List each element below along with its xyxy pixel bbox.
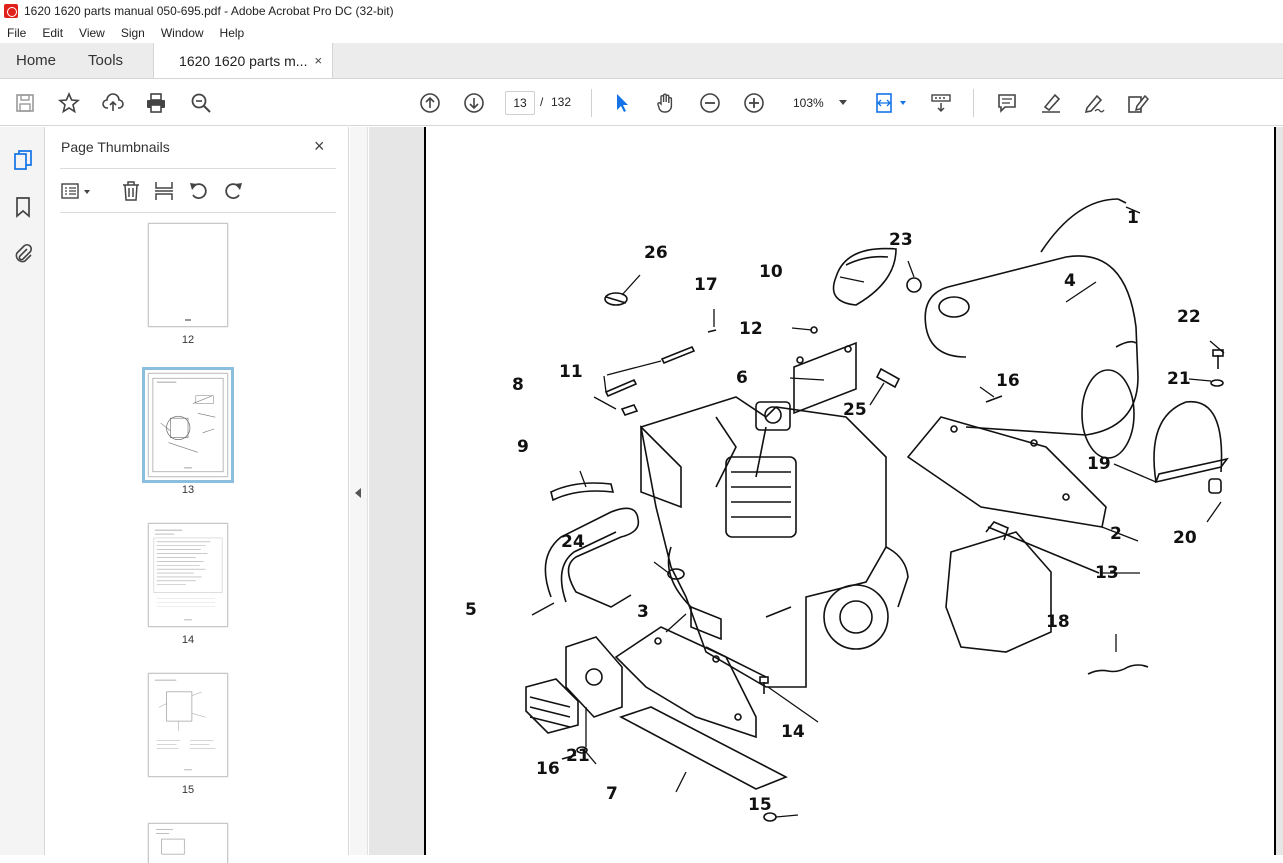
callout-25: 25 <box>843 400 867 420</box>
tab-document[interactable]: 1620 1620 parts m... × <box>153 43 334 78</box>
zoom-select[interactable]: 103% <box>785 91 853 115</box>
thumbnail-label: 12 <box>181 334 195 346</box>
callout-21b: 21 <box>566 746 590 766</box>
left-rail <box>0 127 45 855</box>
toolbar-divider <box>973 89 974 117</box>
print-icon[interactable] <box>144 91 168 115</box>
chevron-down-icon <box>839 100 847 105</box>
page-number-input[interactable]: 13 <box>505 91 535 115</box>
divider <box>60 168 336 169</box>
callout-21: 21 <box>1167 369 1191 389</box>
insert-page-icon[interactable] <box>152 179 176 203</box>
page-fit-icon[interactable] <box>874 91 910 115</box>
tab-bar: Home Tools 1620 1620 parts m... × <box>0 43 1283 79</box>
tab-tools[interactable]: Tools <box>72 43 139 78</box>
thumbnails-panel: Page Thumbnails × 12 13 14 15 <box>46 127 389 863</box>
callout-6: 6 <box>736 368 748 388</box>
callout-4: 4 <box>1064 271 1076 291</box>
callout-15: 15 <box>748 795 772 815</box>
find-zoom-icon[interactable] <box>189 91 213 115</box>
toolbar-divider <box>591 89 592 117</box>
sign-pen-icon[interactable] <box>1082 91 1106 115</box>
previous-page-icon[interactable] <box>418 91 442 115</box>
star-icon[interactable] <box>57 91 81 115</box>
callout-12: 12 <box>739 319 763 339</box>
next-page-icon[interactable] <box>462 91 486 115</box>
callout-16b: 16 <box>536 759 560 779</box>
scroll-mode-icon[interactable] <box>929 91 953 115</box>
callout-20: 20 <box>1173 528 1197 548</box>
hand-tool-icon[interactable] <box>654 91 678 115</box>
thumbnail-page-16[interactable] <box>148 823 228 863</box>
callout-8: 8 <box>512 375 524 395</box>
thumbnail-toolbar <box>60 179 260 205</box>
thumbnail-label: 15 <box>181 784 195 796</box>
document-view[interactable]: 1 4 22 21 23 10 26 17 12 6 16 25 11 8 9 … <box>369 127 1283 855</box>
divider <box>60 212 336 213</box>
callout-23: 23 <box>889 230 913 250</box>
zoom-out-icon[interactable] <box>698 91 722 115</box>
panel-title: Page Thumbnails <box>61 139 170 155</box>
callout-13: 13 <box>1095 563 1119 583</box>
callout-18: 18 <box>1046 612 1070 632</box>
close-icon[interactable]: × <box>314 136 325 157</box>
select-cursor-icon[interactable] <box>610 91 634 115</box>
menu-file[interactable]: File <box>0 26 34 40</box>
callout-2: 2 <box>1110 524 1122 544</box>
callout-10: 10 <box>759 262 783 282</box>
exploded-engine-diagram <box>525 198 1229 822</box>
menu-help[interactable]: Help <box>212 26 253 40</box>
bookmark-icon[interactable] <box>11 195 35 219</box>
thumbnail-page-15[interactable] <box>148 673 228 777</box>
thumbnail-page-14[interactable] <box>148 523 228 627</box>
thumbnail-page-13[interactable] <box>148 373 228 477</box>
highlight-pen-icon[interactable] <box>1039 91 1063 115</box>
delete-trash-icon[interactable] <box>119 179 143 203</box>
callout-1: 1 <box>1127 208 1139 228</box>
callout-22: 22 <box>1177 307 1201 327</box>
panel-splitter[interactable] <box>350 127 368 855</box>
rotate-ccw-icon[interactable] <box>187 179 211 203</box>
callout-14: 14 <box>781 722 805 742</box>
save-icon[interactable] <box>13 91 37 115</box>
acrobat-icon <box>4 4 18 18</box>
comment-icon[interactable] <box>995 91 1019 115</box>
upload-cloud-icon[interactable] <box>101 91 125 115</box>
menu-view[interactable]: View <box>71 26 113 40</box>
window-title: 1620 1620 parts manual 050-695.pdf - Ado… <box>24 4 394 18</box>
title-bar: 1620 1620 parts manual 050-695.pdf - Ado… <box>0 0 1283 22</box>
tab-close-icon[interactable]: × <box>314 53 322 68</box>
callout-19: 19 <box>1087 454 1111 474</box>
menu-window[interactable]: Window <box>153 26 212 40</box>
zoom-in-icon[interactable] <box>742 91 766 115</box>
page-thumbnails-icon[interactable] <box>11 148 35 172</box>
callout-5: 5 <box>465 600 477 620</box>
tab-home[interactable]: Home <box>0 43 72 78</box>
callout-17: 17 <box>694 275 718 295</box>
callout-3: 3 <box>637 602 649 622</box>
callout-11: 11 <box>559 362 583 382</box>
thumbnail-label: 14 <box>181 634 195 646</box>
zoom-value: 103% <box>793 96 824 110</box>
callout-24: 24 <box>561 532 585 552</box>
thumbnail-label: 13 <box>181 484 195 496</box>
callout-9: 9 <box>517 437 529 457</box>
menu-edit[interactable]: Edit <box>34 26 71 40</box>
callout-7: 7 <box>606 784 618 804</box>
edit-stamp-icon[interactable] <box>1126 91 1150 115</box>
callout-16: 16 <box>996 371 1020 391</box>
callout-26: 26 <box>644 243 668 263</box>
pdf-page: 1 4 22 21 23 10 26 17 12 6 16 25 11 8 9 … <box>424 127 1276 855</box>
rotate-cw-icon[interactable] <box>221 179 245 203</box>
attachment-paperclip-icon[interactable] <box>11 241 35 265</box>
collapse-panel-icon[interactable] <box>355 488 361 498</box>
page-total: 132 <box>551 95 572 109</box>
tab-document-label: 1620 1620 parts m... <box>179 52 308 69</box>
page-separator: / <box>540 95 544 109</box>
menu-bar: File Edit View Sign Window Help <box>0 22 1283 43</box>
options-menu-icon[interactable] <box>60 179 94 203</box>
menu-sign[interactable]: Sign <box>113 26 153 40</box>
thumbnail-page-12[interactable] <box>148 223 228 327</box>
